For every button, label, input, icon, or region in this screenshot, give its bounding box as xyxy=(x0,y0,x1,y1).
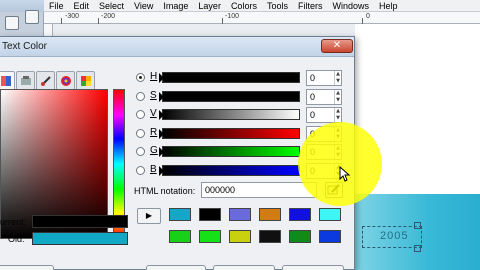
html-notation-label: HTML notation: xyxy=(134,186,196,196)
history-swatch[interactable] xyxy=(289,208,311,221)
channel-row-h: H 0 ▲ ▼ xyxy=(136,70,346,86)
mouse-pointer-icon xyxy=(339,166,351,182)
resize-handle[interactable] xyxy=(414,222,421,229)
slider-b[interactable] xyxy=(159,165,300,176)
history-swatch[interactable] xyxy=(199,208,221,221)
history-swatch[interactable] xyxy=(319,230,341,243)
help-button[interactable] xyxy=(0,265,54,270)
horizontal-ruler: -300 -200 -100 0 xyxy=(44,12,480,24)
arrow-right-icon: ▶ xyxy=(145,211,153,220)
ok-button[interactable] xyxy=(282,265,344,270)
tool-icon[interactable] xyxy=(5,16,19,30)
close-button[interactable]: ✕ xyxy=(321,39,353,53)
radio-h[interactable] xyxy=(136,73,145,82)
spin-s-value: 0 xyxy=(310,92,316,102)
slider-g[interactable] xyxy=(159,146,300,157)
history-swatch[interactable] xyxy=(259,208,281,221)
menu-file[interactable]: File xyxy=(44,1,69,11)
menu-help[interactable]: Help xyxy=(374,1,403,11)
palette-selector-icon xyxy=(80,75,91,86)
history-swatch[interactable] xyxy=(229,208,251,221)
channel-row-s: S 0 ▲ ▼ xyxy=(136,89,346,105)
ruler-label: -200 xyxy=(101,13,116,20)
text-layer-content: 2005 xyxy=(380,230,409,242)
ruler-tick xyxy=(61,18,62,24)
radio-b[interactable] xyxy=(136,166,145,175)
html-notation-input[interactable] xyxy=(201,182,317,198)
ruler-tick xyxy=(98,18,99,24)
history-swatch[interactable] xyxy=(229,230,251,243)
radio-g[interactable] xyxy=(136,147,145,156)
gimp-selector-icon xyxy=(0,75,11,86)
channel-label-v: V xyxy=(150,108,157,119)
history-swatch[interactable] xyxy=(169,230,191,243)
menu-filters[interactable]: Filters xyxy=(293,1,328,11)
history-swatch[interactable] xyxy=(259,230,281,243)
tab-watercolor-selector[interactable] xyxy=(36,71,55,89)
ruler-tick xyxy=(222,18,223,24)
ruler-label: -300 xyxy=(65,13,80,20)
reset-button[interactable] xyxy=(146,265,206,270)
menu-image[interactable]: Image xyxy=(158,1,193,11)
slider-s[interactable] xyxy=(159,91,300,102)
channel-label-h: H xyxy=(150,71,158,82)
spin-h[interactable]: 0 ▲ ▼ xyxy=(306,70,342,86)
ruler-label: 0 xyxy=(366,13,370,20)
menu-windows[interactable]: Windows xyxy=(327,1,374,11)
channel-label-s: S xyxy=(150,90,157,101)
current-color-swatch xyxy=(32,215,128,228)
slider-r[interactable] xyxy=(159,128,300,139)
menu-tools[interactable]: Tools xyxy=(262,1,293,11)
menu-colors[interactable]: Colors xyxy=(226,1,262,11)
color-wheel-selector-icon xyxy=(60,75,71,86)
cursor-highlight xyxy=(298,122,382,206)
menubar: File Edit Select View Image Layer Colors… xyxy=(44,0,480,12)
spin-s[interactable]: 0 ▲ ▼ xyxy=(306,89,342,105)
dialog-titlebar[interactable]: Text Color ✕ xyxy=(0,37,354,57)
resize-handle[interactable] xyxy=(414,245,421,252)
close-x-icon: ✕ xyxy=(332,40,342,51)
history-swatch[interactable] xyxy=(289,230,311,243)
slider-v[interactable] xyxy=(159,109,300,120)
current-color-label: urrent: xyxy=(0,217,27,227)
cmyk-selector-icon xyxy=(20,75,31,85)
history-swatch[interactable] xyxy=(199,230,221,243)
tool-icon[interactable] xyxy=(25,10,39,24)
radio-r[interactable] xyxy=(136,129,145,138)
tab-gimp-selector[interactable] xyxy=(0,71,15,89)
radio-s[interactable] xyxy=(136,92,145,101)
ruler-label: -100 xyxy=(225,13,240,20)
spin-v[interactable]: 0 ▲ ▼ xyxy=(306,107,342,123)
history-swatch[interactable] xyxy=(169,208,191,221)
menu-layer[interactable]: Layer xyxy=(193,1,226,11)
channel-label-r: R xyxy=(150,127,158,138)
watercolor-selector-icon xyxy=(40,75,51,86)
spin-arrows-icon[interactable]: ▲▼ xyxy=(334,71,341,85)
channel-row-v: V 0 ▲ ▼ xyxy=(136,107,346,123)
spin-arrows-icon[interactable]: ▲▼ xyxy=(334,90,341,104)
cancel-button[interactable] xyxy=(213,265,275,270)
radio-v[interactable] xyxy=(136,110,145,119)
add-to-history-button[interactable]: ▶ xyxy=(137,208,161,224)
old-color-label: Old: xyxy=(8,234,25,244)
channel-label-g: G xyxy=(150,145,158,156)
old-color-swatch xyxy=(32,232,128,245)
spin-arrows-icon[interactable]: ▲▼ xyxy=(334,108,341,122)
menu-edit[interactable]: Edit xyxy=(69,1,95,11)
selector-tabs xyxy=(0,71,95,89)
slider-h[interactable] xyxy=(159,72,300,83)
tab-cmyk-selector[interactable] xyxy=(16,71,35,89)
dialog-title: Text Color xyxy=(2,41,48,52)
spin-v-value: 0 xyxy=(310,110,316,120)
menu-view[interactable]: View xyxy=(129,1,158,11)
spin-h-value: 0 xyxy=(310,73,316,83)
history-swatch[interactable] xyxy=(319,208,341,221)
tab-color-wheel-selector[interactable] xyxy=(56,71,75,89)
menu-select[interactable]: Select xyxy=(94,1,129,11)
channel-label-b: B xyxy=(150,164,157,175)
tab-palette-selector[interactable] xyxy=(76,71,95,89)
